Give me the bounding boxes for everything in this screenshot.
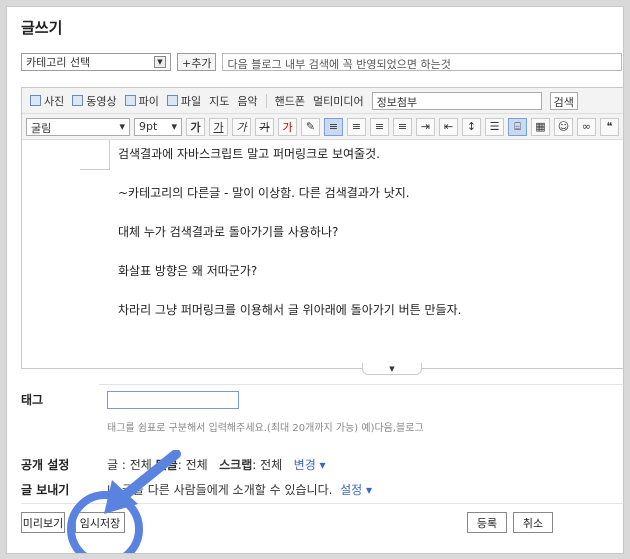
chevron-down-icon: ▼	[154, 56, 166, 68]
tag-label: 태그	[21, 393, 44, 407]
video-icon	[72, 95, 84, 106]
cancel-button[interactable]: 취소	[513, 512, 553, 533]
align-justify-icon[interactable]: ≡	[393, 117, 412, 136]
format-toolbar: 굴림 ▾ 9pt ▾ 가 가 가 가 가 ✎ ≡ ≡ ≡ ≡ ⇥ ⇤ ↕ ☰ ⌸ ▦…	[22, 114, 623, 140]
font-value: 굴림	[31, 121, 52, 135]
media-toolbar: 사진 동영상 파이 파일 지도 음악 핸드폰 멀티미디어 정보첨부 검색	[22, 88, 623, 114]
align-left-icon[interactable]: ≡	[324, 117, 343, 136]
arrow-annotation-icon	[104, 450, 181, 514]
photo-icon	[30, 95, 41, 106]
category-select[interactable]: 카테고리 선택 ▼	[21, 53, 171, 71]
font-select[interactable]: 굴림 ▾	[26, 117, 130, 136]
toolbar-phone[interactable]: 핸드폰	[275, 93, 305, 109]
content-paragraph: 차라리 그냥 퍼머링크를 이용해서 글 위아래에 돌아가기 버튼 만들자.	[118, 303, 462, 317]
tag-input[interactable]	[107, 391, 239, 409]
indent-icon[interactable]: ⇥	[416, 117, 435, 136]
toolbar-pie[interactable]: 파이	[124, 93, 159, 109]
send-label: 글 보내기	[21, 483, 70, 497]
editor: 사진 동영상 파이 파일 지도 음악 핸드폰 멀티미디어 정보첨부 검색 굴림 ▾…	[21, 87, 623, 375]
italic-button[interactable]: 가	[232, 117, 251, 136]
link-icon[interactable]: ∞	[577, 117, 596, 136]
chevron-down-icon: ▾	[171, 119, 177, 133]
info-attach-select[interactable]: 정보첨부	[371, 91, 542, 110]
highlight-icon[interactable]: ✎	[301, 117, 320, 136]
submit-button[interactable]: 등록	[467, 512, 507, 533]
send-settings-link[interactable]: 설정 ▾	[340, 483, 372, 497]
content-paragraph: 검색결과에 자바스크립트 말고 퍼머링크로 보여줄것.	[118, 147, 380, 161]
content-paragraph: 화살표 방향은 왜 저따군가?	[118, 264, 258, 278]
chevron-down-icon: ▾	[119, 119, 125, 133]
editor-resize-handle[interactable]: ▼	[362, 363, 422, 375]
file-icon	[166, 95, 178, 106]
change-visibility-link[interactable]: 변경 ▾	[294, 458, 326, 472]
toolbar-photo[interactable]: 사진	[30, 93, 64, 109]
align-center-icon[interactable]: ≡	[347, 117, 366, 136]
toolbar-pie-label: 파이	[138, 94, 159, 108]
divider	[99, 384, 623, 385]
size-value: 9pt	[139, 119, 158, 133]
font-color-button[interactable]: 가	[278, 117, 297, 136]
scrap-value: : 전체	[252, 458, 283, 472]
table-icon[interactable]: ▦	[531, 117, 550, 136]
content-paragraph: ~카테고리의 다른글 - 말이 이상함. 다른 검색결과가 낫지.	[118, 186, 410, 200]
strikethrough-button[interactable]: 가	[255, 117, 274, 136]
toolbar-separator	[265, 93, 267, 108]
pie-icon	[124, 95, 136, 106]
source-icon[interactable]: ⌸	[508, 117, 527, 136]
toolbar-photo-label: 사진	[44, 94, 65, 108]
page-title: 글쓰기	[21, 19, 63, 37]
line-height-icon[interactable]: ↕	[462, 117, 481, 136]
emoticon-icon[interactable]: ☺	[554, 117, 573, 136]
toolbar-music[interactable]: 음악	[237, 93, 257, 109]
quote-icon[interactable]: ❝	[600, 117, 619, 136]
visibility-label: 공개 설정	[21, 458, 70, 472]
write-window: 글쓰기 카테고리 선택 ▼ +추가 다음 블로그 내부 검색에 꼭 반영되었으면…	[6, 6, 624, 554]
bold-button[interactable]: 가	[186, 117, 205, 136]
add-category-button[interactable]: +추가	[177, 53, 217, 71]
toolbar-map[interactable]: 지도	[209, 93, 229, 109]
align-right-icon[interactable]: ≡	[370, 117, 389, 136]
title-row: 카테고리 선택 ▼ +추가 다음 블로그 내부 검색에 꼭 반영되었으면 하는것	[21, 53, 623, 71]
preview-button[interactable]: 미리보기	[21, 512, 65, 533]
content-paragraph: 대체 누가 검색결과로 돌아가기를 사용하나?	[118, 225, 339, 239]
outdent-icon[interactable]: ⇤	[439, 117, 458, 136]
toolbar-file[interactable]: 파일	[166, 93, 202, 109]
comment-value: : 전체	[177, 458, 208, 472]
size-select[interactable]: 9pt ▾	[134, 117, 182, 136]
editor-content[interactable]: 검색결과에 자바스크립트 말고 퍼머링크로 보여줄것. ~카테고리의 다른글 -…	[22, 140, 623, 317]
editor-gutter	[80, 140, 110, 170]
toolbar-video[interactable]: 동영상	[72, 93, 117, 109]
toolbar-video-label: 동영상	[86, 94, 117, 108]
toolbar-file-label: 파일	[180, 94, 202, 108]
title-input[interactable]: 다음 블로그 내부 검색에 꼭 반영되었으면 하는것	[222, 53, 623, 71]
tag-help-text: 태그를 쉼표로 구분해서 입력해주세요.(최대 20개까지 가능) 예)다음,블…	[107, 423, 424, 434]
list-icon[interactable]: ☰	[485, 117, 504, 136]
search-button[interactable]: 검색	[549, 91, 578, 110]
category-selected-value: 카테고리 선택	[26, 56, 91, 69]
toolbar-multimedia[interactable]: 멀티미디어	[313, 93, 364, 109]
underline-button[interactable]: 가	[209, 117, 228, 136]
scrap-label: 스크랩	[219, 458, 253, 472]
